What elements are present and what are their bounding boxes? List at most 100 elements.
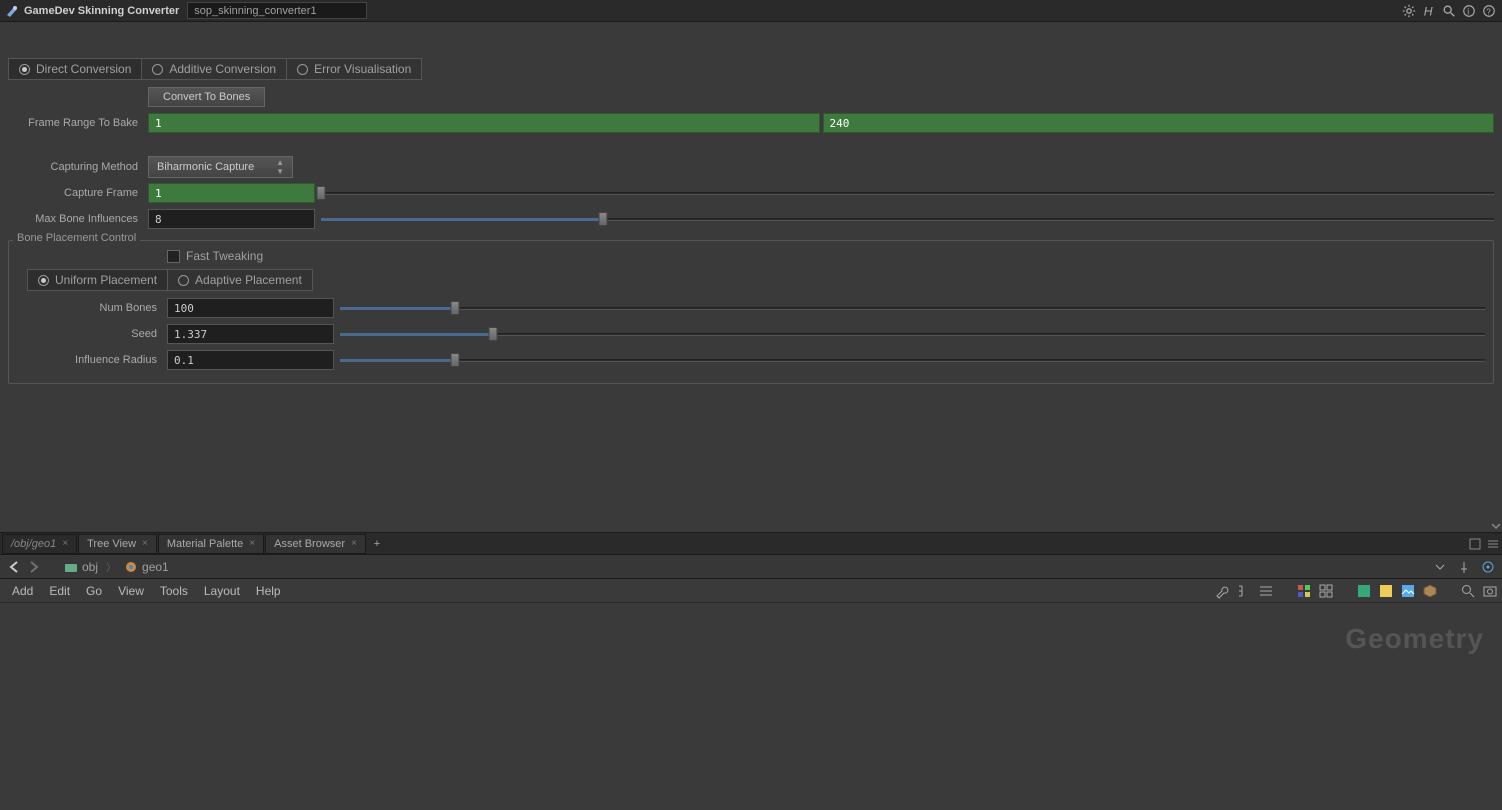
close-icon[interactable]: × [249, 538, 255, 549]
chevron-right-icon: 〉 [106, 559, 116, 574]
tab-label: Additive Conversion [169, 62, 276, 76]
back-icon[interactable] [4, 557, 24, 577]
target-icon[interactable] [1478, 557, 1498, 577]
slider-thumb[interactable] [450, 353, 459, 367]
maximize-icon[interactable] [1468, 537, 1482, 551]
network-pane: /obj/geo1 × Tree View × Material Palette… [0, 532, 1502, 810]
label-num-bones: Num Bones [17, 302, 167, 314]
info-icon[interactable]: i [1460, 2, 1478, 20]
search-icon[interactable] [1440, 2, 1458, 20]
scroll-down-indicator[interactable] [1490, 52, 1502, 532]
tab-asset-browser[interactable]: Asset Browser × [265, 534, 366, 554]
label-fast-tweaking: Fast Tweaking [186, 249, 263, 263]
breadcrumb-label: geo1 [142, 560, 169, 574]
gear-icon[interactable] [1400, 2, 1418, 20]
capture-frame-input[interactable] [148, 183, 315, 203]
image-icon[interactable] [1400, 583, 1416, 599]
tab-uniform-placement[interactable]: Uniform Placement [28, 270, 168, 290]
placement-tabs: Uniform Placement Adaptive Placement [27, 269, 313, 291]
num-bones-input[interactable] [167, 298, 334, 318]
flag-icon[interactable] [1356, 583, 1372, 599]
tab-adaptive-placement[interactable]: Adaptive Placement [168, 270, 312, 290]
dropdown-value: Biharmonic Capture [157, 161, 254, 173]
menu-edit[interactable]: Edit [41, 582, 78, 600]
slider-thumb[interactable] [317, 186, 326, 200]
label-frame-range: Frame Range To Bake [8, 117, 148, 129]
capture-frame-slider[interactable] [321, 186, 1494, 200]
tab-error-visualisation[interactable]: Error Visualisation [287, 59, 421, 79]
tab-label: Material Palette [167, 538, 243, 550]
menu-layout[interactable]: Layout [196, 582, 248, 600]
max-bone-influences-slider[interactable] [321, 212, 1494, 226]
folder-icon [64, 560, 78, 574]
dropdown-icon[interactable] [1430, 557, 1450, 577]
svg-text:H: H [1424, 4, 1433, 18]
tab-label: Uniform Placement [55, 273, 157, 287]
num-bones-slider[interactable] [340, 301, 1485, 315]
frame-end-input[interactable] [823, 113, 1495, 133]
grid-icon[interactable] [1318, 583, 1334, 599]
screenshot-icon[interactable] [1482, 583, 1498, 599]
close-icon[interactable]: × [142, 538, 148, 549]
menu-go[interactable]: Go [78, 582, 110, 600]
tree-icon[interactable] [1236, 583, 1252, 599]
tab-label: Error Visualisation [314, 62, 411, 76]
list-icon[interactable] [1258, 583, 1274, 599]
capturing-method-dropdown[interactable]: Biharmonic Capture ▲▼ [148, 156, 293, 178]
seed-input[interactable] [167, 324, 334, 344]
tab-label: Asset Browser [274, 538, 345, 550]
radio-off-icon [178, 275, 189, 286]
network-view[interactable]: Geometry [0, 603, 1502, 810]
label-capturing-method: Capturing Method [8, 161, 148, 173]
menu-icon[interactable] [1486, 537, 1500, 551]
tab-material-palette[interactable]: Material Palette × [158, 534, 264, 554]
box-icon[interactable] [1422, 583, 1438, 599]
search-icon[interactable] [1460, 583, 1476, 599]
breadcrumb-label: obj [82, 560, 98, 574]
menu-add[interactable]: Add [4, 582, 41, 600]
convert-to-bones-button[interactable]: Convert To Bones [148, 87, 265, 107]
add-tab-button[interactable]: + [367, 534, 387, 554]
help-icon[interactable]: ? [1480, 2, 1498, 20]
legend-bone-placement: Bone Placement Control [13, 232, 140, 244]
breadcrumb-obj[interactable]: obj [56, 557, 106, 577]
tab-label: /obj/geo1 [11, 538, 56, 550]
influence-radius-input[interactable] [167, 350, 334, 370]
svg-text:?: ? [1486, 7, 1491, 16]
grid-color-icon[interactable] [1296, 583, 1312, 599]
breadcrumb-bar: obj 〉 geo1 [0, 555, 1502, 579]
close-icon[interactable]: × [351, 538, 357, 549]
node-name-field[interactable] [187, 2, 367, 19]
menu-help[interactable]: Help [248, 582, 289, 600]
tab-tree-view[interactable]: Tree View × [78, 534, 157, 554]
tab-additive-conversion[interactable]: Additive Conversion [142, 59, 287, 79]
slider-thumb[interactable] [450, 301, 459, 315]
houdini-h-icon[interactable]: H [1420, 2, 1438, 20]
breadcrumb-geo1[interactable]: geo1 [116, 557, 177, 577]
label-influence-radius: Influence Radius [17, 354, 167, 366]
frame-start-input[interactable] [148, 113, 820, 133]
bone-placement-fieldset: Bone Placement Control Fast Tweaking Uni… [8, 240, 1494, 384]
node-type-icon [4, 3, 20, 19]
pin-icon[interactable] [1454, 557, 1474, 577]
tab-obj-geo1[interactable]: /obj/geo1 × [2, 534, 77, 554]
max-bone-influences-input[interactable] [148, 209, 315, 229]
seed-slider[interactable] [340, 327, 1485, 341]
tab-label: Direct Conversion [36, 62, 131, 76]
slider-thumb[interactable] [489, 327, 498, 341]
label-seed: Seed [17, 328, 167, 340]
slider-thumb[interactable] [598, 212, 607, 226]
close-icon[interactable]: × [62, 538, 68, 549]
svg-text:i: i [1467, 6, 1469, 16]
influence-radius-slider[interactable] [340, 353, 1485, 367]
note-icon[interactable] [1378, 583, 1394, 599]
wrench-icon[interactable] [1214, 583, 1230, 599]
menu-view[interactable]: View [110, 582, 152, 600]
fast-tweaking-checkbox[interactable] [167, 250, 180, 263]
menu-tools[interactable]: Tools [152, 582, 196, 600]
radio-off-icon [297, 64, 308, 75]
parameter-title-bar: GameDev Skinning Converter H i ? [0, 0, 1502, 22]
tab-direct-conversion[interactable]: Direct Conversion [9, 59, 142, 79]
forward-icon[interactable] [24, 557, 44, 577]
label-capture-frame: Capture Frame [8, 187, 148, 199]
